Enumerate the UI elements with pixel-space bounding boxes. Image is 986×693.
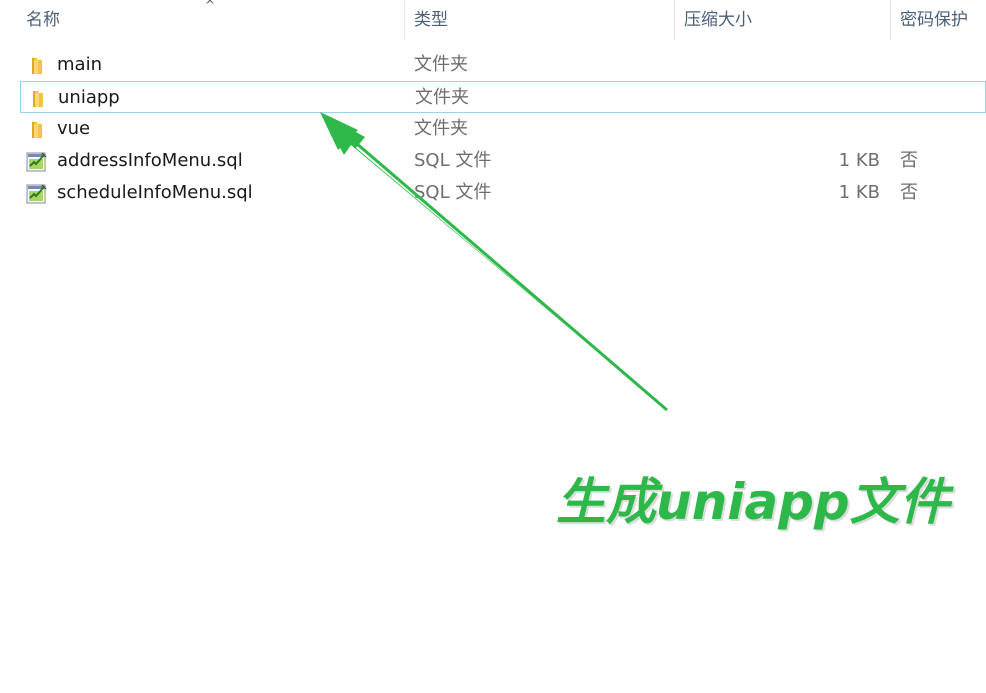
file-name: uniapp: [58, 87, 120, 108]
file-row-uniapp[interactable]: uniapp 文件夹: [20, 81, 986, 113]
folder-icon: [26, 119, 48, 139]
file-row-addressinfomenu[interactable]: addressInfoMenu.sql SQL 文件 1 KB 否: [20, 145, 986, 177]
column-header-bar: 名称 ^ 类型 压缩大小 密码保护: [0, 0, 986, 40]
file-password: 否: [900, 182, 918, 203]
file-type: 文件夹: [415, 87, 469, 108]
file-name: vue: [57, 118, 91, 139]
sql-file-icon: [26, 151, 48, 172]
file-row-vue[interactable]: vue 文件夹: [20, 113, 986, 145]
column-divider[interactable]: [890, 0, 891, 40]
file-name: addressInfoMenu.sql: [57, 150, 243, 171]
column-header-compressed-size[interactable]: 压缩大小: [676, 0, 890, 40]
file-type: 文件夹: [414, 118, 468, 139]
file-row-main[interactable]: main 文件夹: [20, 49, 986, 81]
folder-icon: [27, 88, 49, 108]
file-size: [800, 113, 880, 145]
file-size: 1 KB: [838, 182, 880, 203]
file-size: [800, 49, 880, 81]
column-divider[interactable]: [404, 0, 405, 40]
file-name: scheduleInfoMenu.sql: [57, 182, 253, 203]
file-password: 否: [900, 150, 918, 171]
column-header-password[interactable]: 密码保护: [892, 0, 986, 40]
file-type: SQL 文件: [414, 150, 492, 171]
file-name: main: [57, 54, 102, 75]
file-row-scheduleinfomenu[interactable]: scheduleInfoMenu.sql SQL 文件 1 KB 否: [20, 177, 986, 209]
file-type: 文件夹: [414, 54, 468, 75]
column-divider[interactable]: [674, 0, 675, 40]
sql-file-icon: [26, 183, 48, 204]
sort-ascending-icon: ^: [205, 0, 216, 12]
file-size: [801, 82, 881, 114]
annotation-label: 生成uniapp文件: [556, 473, 950, 531]
folder-icon: [26, 55, 48, 75]
file-size: 1 KB: [838, 150, 880, 171]
file-type: SQL 文件: [414, 182, 492, 203]
column-header-type[interactable]: 类型: [406, 0, 674, 40]
